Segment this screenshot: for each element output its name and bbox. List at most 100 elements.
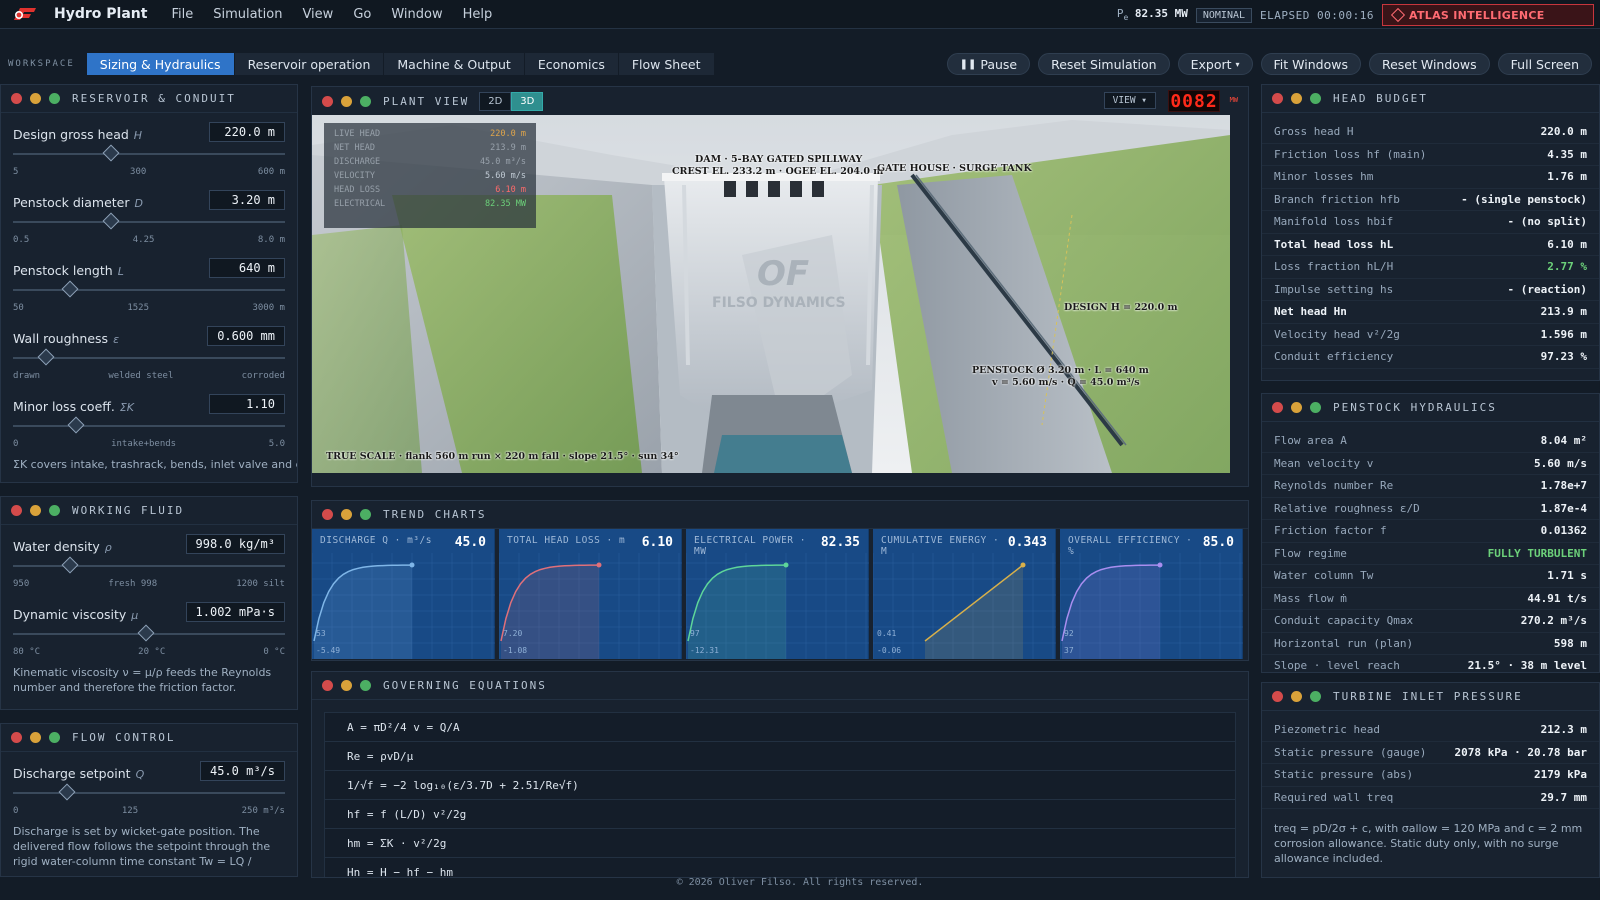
minor-loss-slider[interactable] — [13, 416, 285, 434]
atlas-intelligence-button[interactable]: ATLAS INTELLIGENCE — [1382, 4, 1594, 26]
slider-thumb[interactable] — [102, 212, 120, 230]
wall-roughness-slider[interactable] — [13, 348, 285, 366]
penstock-length-input[interactable]: 640 m — [209, 258, 285, 278]
maximize-icon[interactable] — [1310, 691, 1321, 702]
maximize-icon[interactable] — [1310, 402, 1321, 413]
menu-simulation[interactable]: Simulation — [203, 7, 292, 22]
penstock-diameter-slider[interactable] — [13, 212, 285, 230]
atlas-label: ATLAS INTELLIGENCE — [1409, 8, 1545, 22]
row-label: Total head loss hL — [1274, 237, 1394, 251]
maximize-icon[interactable] — [49, 93, 60, 104]
tab-sizing-hydraulics[interactable]: Sizing & Hydraulics — [86, 53, 235, 75]
power-counter: 0082 — [1168, 90, 1220, 112]
overlay-row: DISCHARGE 45.0 m³/s — [334, 157, 526, 167]
minimize-icon[interactable] — [341, 680, 352, 691]
maximize-icon[interactable] — [360, 509, 371, 520]
pause-button[interactable]: ❚❚ Pause — [946, 53, 1031, 75]
mode-2d-button[interactable]: 2D — [479, 91, 512, 111]
row-label: Required wall treq — [1274, 790, 1394, 804]
menu-help[interactable]: Help — [453, 7, 503, 22]
row-label: Conduit efficiency — [1274, 350, 1394, 364]
menu-window[interactable]: Window — [381, 7, 452, 22]
reset-simulation-button[interactable]: Reset Simulation — [1038, 53, 1170, 75]
panel-header: TURBINE INLET PRESSURE — [1262, 683, 1599, 711]
param-label: Water density ρ — [13, 539, 112, 554]
gross-head-input[interactable]: 220.0 m — [209, 122, 285, 142]
close-icon[interactable] — [1272, 402, 1283, 413]
minor-loss-input[interactable]: 1.10 — [209, 394, 285, 414]
discharge-setpoint-slider[interactable] — [13, 783, 285, 801]
panel-header: TREND CHARTS — [312, 501, 1248, 529]
water-density-input[interactable]: 998.0 kg/m³ — [185, 534, 285, 554]
counter-value: 0082 — [1170, 90, 1218, 112]
water-density-slider[interactable] — [13, 556, 285, 574]
tab-reservoir-operation[interactable]: Reservoir operation — [234, 53, 385, 75]
close-icon[interactable] — [11, 505, 22, 516]
close-icon[interactable] — [1272, 93, 1283, 104]
row-value: 21.5° · 38 m level — [1467, 659, 1587, 673]
close-icon[interactable] — [322, 95, 333, 107]
export-button[interactable]: Export ▾ — [1177, 53, 1253, 75]
penstock-length-slider[interactable] — [13, 280, 285, 298]
maximize-icon[interactable] — [49, 505, 60, 516]
close-icon[interactable] — [322, 680, 333, 691]
full-screen-button[interactable]: Full Screen — [1497, 53, 1592, 75]
param-label: Penstock diameter D — [13, 195, 144, 210]
table-row: Net head Hn 213.9 m — [1262, 301, 1599, 324]
working-fluid-panel: WORKING FLUID Water density ρ 998.0 kg/m³… — [0, 496, 298, 710]
counter-unit: MW — [1229, 96, 1238, 104]
maximize-icon[interactable] — [360, 680, 371, 691]
trend-axis-top: 92 — [1064, 629, 1074, 638]
close-icon[interactable] — [11, 732, 22, 743]
3d-scene[interactable]: OF FILSO DYNAMICS LIVE HEAD 220.0 m NET H… — [312, 115, 1230, 473]
view-dropdown[interactable]: VIEW ▾ — [1103, 92, 1156, 109]
menu-go[interactable]: Go — [343, 7, 381, 22]
minimize-icon[interactable] — [30, 93, 41, 104]
reset-windows-button[interactable]: Reset Windows — [1368, 53, 1490, 75]
tab-flow-sheet[interactable]: Flow Sheet — [618, 53, 715, 75]
penstock-diameter-input[interactable]: 3.20 m — [209, 190, 285, 210]
minimize-icon[interactable] — [1291, 691, 1302, 702]
panel-note: treq = pD/2σ + c, with σallow = 120 MPa … — [1274, 822, 1583, 865]
slider-thumb[interactable] — [67, 416, 85, 434]
table-row: Water column Tw 1.71 s — [1262, 565, 1599, 588]
slider-thumb[interactable] — [102, 144, 120, 162]
trend-chart[interactable]: DISCHARGE Q · m³/s 45.0 53 -5.49 — [312, 529, 495, 659]
export-label: Export — [1190, 56, 1232, 72]
fit-windows-button[interactable]: Fit Windows — [1260, 53, 1361, 75]
tab-economics[interactable]: Economics — [524, 53, 619, 75]
close-icon[interactable] — [1272, 691, 1283, 702]
close-icon[interactable] — [11, 93, 22, 104]
minimize-icon[interactable] — [1291, 93, 1302, 104]
discharge-setpoint-input[interactable]: 45.0 m³/s — [199, 761, 285, 781]
minimize-icon[interactable] — [30, 732, 41, 743]
maximize-icon[interactable] — [49, 732, 60, 743]
slider-thumb[interactable] — [61, 280, 79, 298]
minimize-icon[interactable] — [30, 505, 41, 516]
dynamic-viscosity-slider[interactable] — [13, 624, 285, 642]
maximize-icon[interactable] — [360, 95, 371, 107]
minimize-icon[interactable] — [341, 509, 352, 520]
dynamic-viscosity-input[interactable]: 1.002 mPa·s — [185, 602, 285, 622]
slider-thumb[interactable] — [61, 556, 79, 574]
mode-3d-button[interactable]: 3D — [511, 91, 544, 111]
param-label: Design gross head H — [13, 127, 143, 142]
trend-plot — [312, 553, 495, 659]
minimize-icon[interactable] — [1291, 402, 1302, 413]
trend-chart[interactable]: TOTAL HEAD LOSS · m 6.10 7.20 -1.08 — [499, 529, 682, 659]
gross-head-slider[interactable] — [13, 144, 285, 162]
trend-chart[interactable]: CUMULATIVE ENERGY · M 0.343 0.41 -0.06 — [873, 529, 1056, 659]
live-readout-overlay: LIVE HEAD 220.0 m NET HEAD 213.9 m DISCHAR… — [324, 123, 536, 228]
trend-chart[interactable]: OVERALL EFFICIENCY · % 85.0 92 37 — [1060, 529, 1243, 659]
wall-roughness-input[interactable]: 0.600 mm — [207, 326, 285, 346]
menu-file[interactable]: File — [161, 7, 203, 22]
close-icon[interactable] — [322, 509, 333, 520]
tab-machine-output[interactable]: Machine & Output — [384, 53, 525, 75]
minimize-icon[interactable] — [341, 95, 352, 107]
menu-view[interactable]: View — [292, 7, 343, 22]
slider-thumb[interactable] — [37, 348, 55, 366]
trend-chart[interactable]: ELECTRICAL POWER · MW 82.35 97 -12.31 — [686, 529, 869, 659]
slider-thumb[interactable] — [137, 624, 155, 642]
slider-thumb[interactable] — [58, 783, 76, 801]
maximize-icon[interactable] — [1310, 93, 1321, 104]
